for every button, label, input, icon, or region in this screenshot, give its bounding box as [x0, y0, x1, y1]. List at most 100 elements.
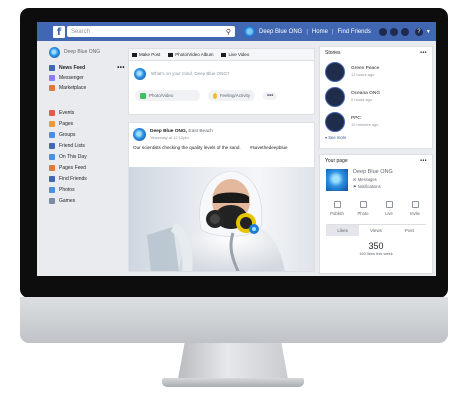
scientist-gas-mask-photo [147, 170, 285, 271]
friend-requests-icon[interactable] [378, 27, 387, 36]
likes-count-label: 160 likes this week [359, 251, 393, 256]
sidebar-item-marketplace[interactable]: Marketplace [49, 83, 129, 93]
sidebar-item-groups[interactable]: Groups [49, 129, 129, 140]
page-name[interactable]: Deep Blue ONG [353, 169, 393, 175]
find-friends-link[interactable]: Find Friends [338, 29, 371, 35]
monitor-mockup: f Search ⚲ Deep Blue ONG | Home | Find F… [0, 0, 466, 400]
tab-post[interactable]: Post [393, 225, 426, 236]
tab-make-post[interactable]: Make Post [132, 52, 160, 57]
your-page-profile: Deep Blue ONG ✉ Messages ⚑ Notifications [320, 167, 432, 193]
post-author[interactable]: Deep Blue ONG, [150, 129, 187, 134]
sidebar-item-find-friends[interactable]: Find Friends [49, 173, 129, 184]
action-label: Invite [409, 211, 420, 216]
stories-more-button[interactable]: ••• [420, 50, 427, 56]
add-person-icon [411, 201, 419, 208]
story-item[interactable]: Oceana ONG 2 hours ago [320, 84, 432, 109]
search-icon[interactable]: ⚲ [226, 28, 231, 36]
tab-likes[interactable]: Likes [326, 225, 360, 236]
sidebar-item-events[interactable]: Events [49, 107, 129, 118]
feeling-activity-button[interactable]: Feeling/Activity [208, 90, 255, 101]
explore-nav: Events Pages Groups Friend Lists On This Day… [49, 107, 129, 206]
help-icon[interactable]: ? [414, 27, 423, 36]
video-icon [221, 52, 227, 57]
sidebar-profile[interactable]: Deep Blue ONG [49, 46, 129, 58]
monitor-chin [20, 297, 448, 343]
story-time: 12 minutes ago [351, 122, 379, 127]
stories-header: Stories ••• [320, 47, 432, 59]
screen: f Search ⚲ Deep Blue ONG | Home | Find F… [37, 22, 436, 276]
sidebar-item-friend-lists[interactable]: Friend Lists [49, 140, 129, 151]
separator: | [331, 28, 334, 35]
sidebar-item-on-this-day[interactable]: On This Day [49, 151, 129, 162]
monitor-stand-base [162, 378, 304, 387]
profile-link[interactable]: Deep Blue ONG [259, 29, 302, 35]
photo-button[interactable]: Photo [351, 201, 376, 216]
your-page-more-button[interactable]: ••• [420, 158, 427, 164]
profile-avatar[interactable] [244, 26, 255, 37]
sidebar-item-label: Groups [59, 131, 76, 138]
composer-input[interactable]: What's on your mind, Deep Blue ONG? [129, 61, 314, 86]
sidebar-item-pages-feed[interactable]: Pages Feed [49, 162, 129, 173]
find-friends-icon [49, 175, 55, 182]
monitor-stand-neck [178, 343, 288, 379]
sidebar-item-label: On This Day [59, 153, 87, 160]
sidebar-item-label: Photos [59, 186, 75, 193]
your-page-card: Your page ••• Deep Blue ONG ✉ Messages ⚑… [319, 154, 433, 274]
publish-button[interactable]: Publish [325, 201, 350, 216]
post-photo[interactable] [129, 167, 314, 271]
account-menu-icon[interactable]: ▼ [426, 29, 431, 35]
left-sidebar: Deep Blue ONG News Feed ••• Messenger Marke… [49, 46, 129, 206]
action-label: Publish [330, 211, 344, 216]
news-feed-more-button[interactable]: ••• [117, 65, 125, 71]
photo-icon [140, 92, 146, 99]
live-button[interactable]: Live [377, 201, 402, 216]
more-options-button[interactable]: ••• [263, 91, 278, 100]
your-page-title: Your page [325, 158, 348, 164]
button-label: Photo/Video [149, 93, 174, 98]
sidebar-item-messenger[interactable]: Messenger [49, 73, 129, 83]
sidebar-item-news-feed[interactable]: News Feed ••• [49, 63, 129, 73]
messages-link[interactable]: ✉ Messages [353, 177, 393, 182]
post-text: Our scientists checking the quality leve… [129, 141, 314, 150]
post-author-avatar[interactable] [133, 128, 146, 141]
facebook-logo[interactable]: f [53, 25, 65, 38]
post-hashtag[interactable]: #savethedeepblue [250, 145, 288, 150]
see-more-link[interactable]: ▾ See more [320, 134, 432, 141]
story-avatar [325, 86, 345, 107]
story-avatar [325, 111, 345, 132]
sidebar-item-photos[interactable]: Photos [49, 184, 129, 195]
page-avatar[interactable] [326, 169, 348, 191]
pages-icon [49, 120, 55, 127]
notifications-link[interactable]: ⚑ Notifications [353, 184, 393, 189]
home-link[interactable]: Home [312, 29, 328, 35]
sidebar-item-pages[interactable]: Pages [49, 118, 129, 129]
composer-tabs: Make Post Photo/Video Album Live Video [129, 49, 314, 61]
messages-label: Messages [357, 177, 377, 182]
news-feed-icon [49, 65, 55, 71]
sidebar-item-label: Games [59, 197, 76, 204]
pencil-icon [132, 52, 137, 57]
photo-video-button[interactable]: Photo/Video [135, 90, 200, 101]
post-location[interactable]: East Beach [188, 129, 213, 134]
smiley-icon [213, 92, 217, 99]
messenger-icon [49, 75, 55, 81]
tab-label: Photo/Video Album [175, 52, 214, 57]
invite-button[interactable]: Invite [403, 201, 428, 216]
tab-live-video[interactable]: Live Video [221, 52, 249, 57]
messenger-icon[interactable] [389, 27, 398, 36]
sidebar-item-label: Messenger [59, 75, 84, 81]
sidebar-item-games[interactable]: Games [49, 195, 129, 206]
button-label: Feeling/Activity [219, 93, 250, 98]
sidebar-item-label: Friend Lists [59, 142, 85, 149]
story-name: Oceana ONG [351, 91, 381, 96]
story-item[interactable]: PPC 12 minutes ago [320, 109, 432, 134]
story-name: Green Peace [351, 66, 380, 71]
tab-photo-video-album[interactable]: Photo/Video Album [168, 52, 213, 57]
live-video-icon [385, 201, 393, 208]
tab-views[interactable]: Views [359, 225, 392, 236]
story-item[interactable]: Green Peace 13 hours ago [320, 59, 432, 84]
search-input[interactable]: Search ⚲ [67, 26, 235, 37]
tab-label: Make Post [139, 52, 161, 57]
notifications-icon[interactable] [400, 27, 409, 36]
post-timestamp[interactable]: Yesterday at 12:12pm [150, 135, 213, 140]
